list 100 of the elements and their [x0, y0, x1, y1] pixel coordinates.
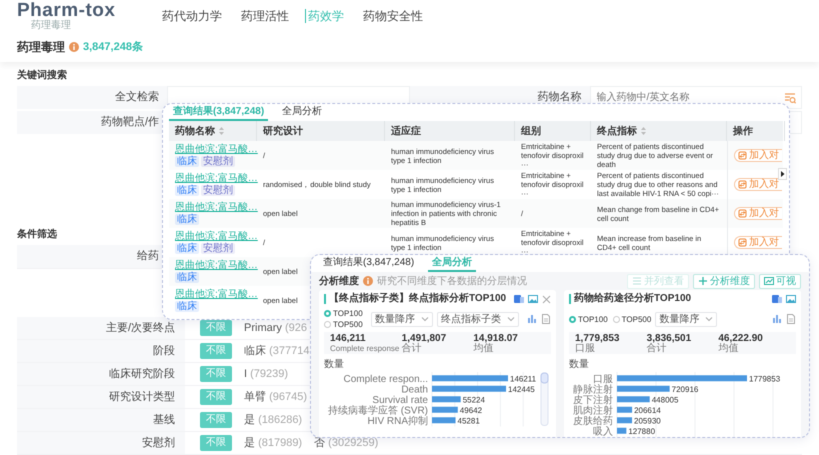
filter-label: 给药 [137, 248, 159, 264]
scroll-slider[interactable] [540, 372, 548, 426]
any-button[interactable]: 不限 [200, 343, 232, 359]
drug-link[interactable]: 恩曲他滨;富马酸… [175, 231, 258, 242]
category-label: 皮下注射 [573, 394, 613, 406]
close-icon[interactable] [542, 294, 552, 304]
filter-option[interactable]: 是 (817989) [244, 434, 302, 452]
bar [617, 396, 650, 402]
axis-title: 数量 [569, 359, 589, 371]
toolbar-button[interactable]: 可视 [759, 274, 801, 288]
sort-icon[interactable] [640, 126, 647, 136]
category-label: Survival rate [372, 394, 428, 406]
compare-icon [738, 180, 747, 189]
drug-link[interactable]: 恩曲他滨;富马酸… [175, 202, 258, 213]
filter-option[interactable]: 单臂 (96745) [244, 388, 307, 406]
any-button[interactable]: 不限 [200, 320, 232, 336]
chart-icon [764, 276, 774, 286]
bar [432, 406, 458, 413]
nav-tab[interactable]: 药理活性 [238, 9, 289, 23]
radio-option[interactable]: TOP500 [324, 319, 367, 330]
tab[interactable]: 查询结果(3,847,248) [319, 255, 418, 272]
tag: 临床 [175, 243, 199, 254]
bar-chart-icon[interactable] [772, 314, 782, 324]
column-header: 药物名称 [175, 124, 215, 138]
drug-link[interactable]: 恩曲他滨;富马酸… [175, 144, 258, 155]
filter-label: 安慰剂 [142, 436, 175, 451]
drug-link[interactable]: 恩曲他滨;富马酸… [175, 260, 258, 271]
category-label: 口服 [593, 374, 613, 385]
drug-link[interactable]: 恩曲他滨;富马酸… [175, 289, 258, 300]
tab[interactable]: 全局分析 [278, 104, 326, 121]
stat-value: 1,779,853 [575, 332, 620, 344]
radio-option[interactable]: TOP100 [569, 314, 608, 324]
value-label: 720916 [672, 384, 698, 394]
filter-label: 基线 [153, 413, 175, 428]
any-button[interactable]: 不限 [200, 366, 232, 382]
tag: 临床 [175, 272, 199, 283]
stat-label: 合计 [402, 344, 423, 354]
drug-link[interactable]: 恩曲他滨;富马酸… [175, 173, 258, 184]
sort-icon[interactable] [218, 126, 225, 136]
filter-option[interactable]: 是 (186286) [244, 412, 302, 428]
any-button[interactable]: 不限 [200, 435, 232, 451]
value-label: 55224 [462, 395, 485, 404]
page-title: 药理毒理 [17, 39, 65, 56]
category-label: Death [401, 384, 428, 396]
image-icon[interactable] [786, 294, 796, 304]
logo-subtitle: 药理毒理 [31, 20, 71, 31]
any-button[interactable]: 不限 [200, 412, 232, 428]
value-label: 206614 [634, 406, 661, 415]
column-header: 适应症 [391, 124, 421, 138]
compare-button[interactable]: 加入对 [734, 178, 782, 191]
stat-value: 3,836,501 [646, 332, 692, 344]
value-label: 1779853 [749, 374, 780, 384]
category-label: 肌肉注射 [573, 405, 613, 416]
stat-label: 合计 [646, 344, 668, 354]
compare-button[interactable]: 加入对 [734, 207, 782, 220]
caret-icon [507, 316, 515, 322]
image-icon[interactable] [528, 294, 538, 304]
filter-search-icon[interactable] [784, 92, 796, 104]
dropdown[interactable]: 终点指标子类 [437, 312, 519, 326]
tag: 安慰剂 [201, 243, 235, 254]
value-label: 49642 [460, 406, 482, 415]
any-button[interactable]: 不限 [200, 389, 232, 405]
compare-button[interactable]: 加入对 [734, 236, 782, 249]
spreadsheet-icon[interactable] [772, 294, 782, 304]
scroll-right-icon[interactable] [778, 168, 787, 180]
record-count: 3,847,248条 [83, 40, 143, 55]
tag: 临床 [175, 301, 199, 312]
dropdown[interactable]: 数量降序 [371, 312, 433, 326]
tab[interactable]: 全局分析 [428, 255, 476, 272]
field-label: 药物靶点/作 [100, 114, 159, 130]
value-label: 448005 [652, 395, 678, 404]
toolbar-button[interactable]: 分析维度 [693, 274, 755, 288]
bar [617, 386, 670, 392]
stat-value: 1,491,807 [402, 332, 448, 344]
stat-value: 14,918.07 [473, 332, 519, 344]
nav-tab[interactable]: 药代动力学 [159, 9, 222, 23]
document-icon[interactable] [786, 314, 796, 324]
column-header: 操作 [733, 124, 753, 138]
hint-text: 研究不同维度下各数据的分层情况 [377, 274, 527, 288]
dropdown[interactable]: 数量降序 [655, 312, 718, 326]
value-label: 146211 [510, 374, 536, 384]
document-icon[interactable] [541, 314, 551, 324]
bar-chart-icon[interactable] [527, 314, 537, 324]
radio-option[interactable]: TOP100 [324, 308, 367, 319]
filter-option[interactable]: Primary (926 [244, 320, 307, 336]
tag: 临床 [175, 185, 199, 196]
stat-label: 均值 [473, 344, 494, 354]
value-label: 205930 [634, 416, 661, 426]
spreadsheet-icon[interactable] [514, 294, 524, 304]
nav-tab[interactable]: 药效学 [305, 9, 344, 23]
filter-option[interactable]: 临床 (377714 [244, 342, 310, 360]
nav-tab[interactable]: 药物安全性 [360, 9, 423, 23]
filter-label: 临床研究阶段 [109, 366, 175, 382]
filter-option[interactable]: I (79239) [244, 366, 288, 382]
radio-option[interactable]: TOP500 [612, 314, 652, 324]
bar [617, 428, 626, 434]
tag: 安慰剂 [201, 185, 235, 196]
stat-label: Complete response [330, 344, 400, 354]
field-label: 全文检索 [115, 90, 159, 105]
compare-button[interactable]: 加入对 [734, 149, 782, 162]
